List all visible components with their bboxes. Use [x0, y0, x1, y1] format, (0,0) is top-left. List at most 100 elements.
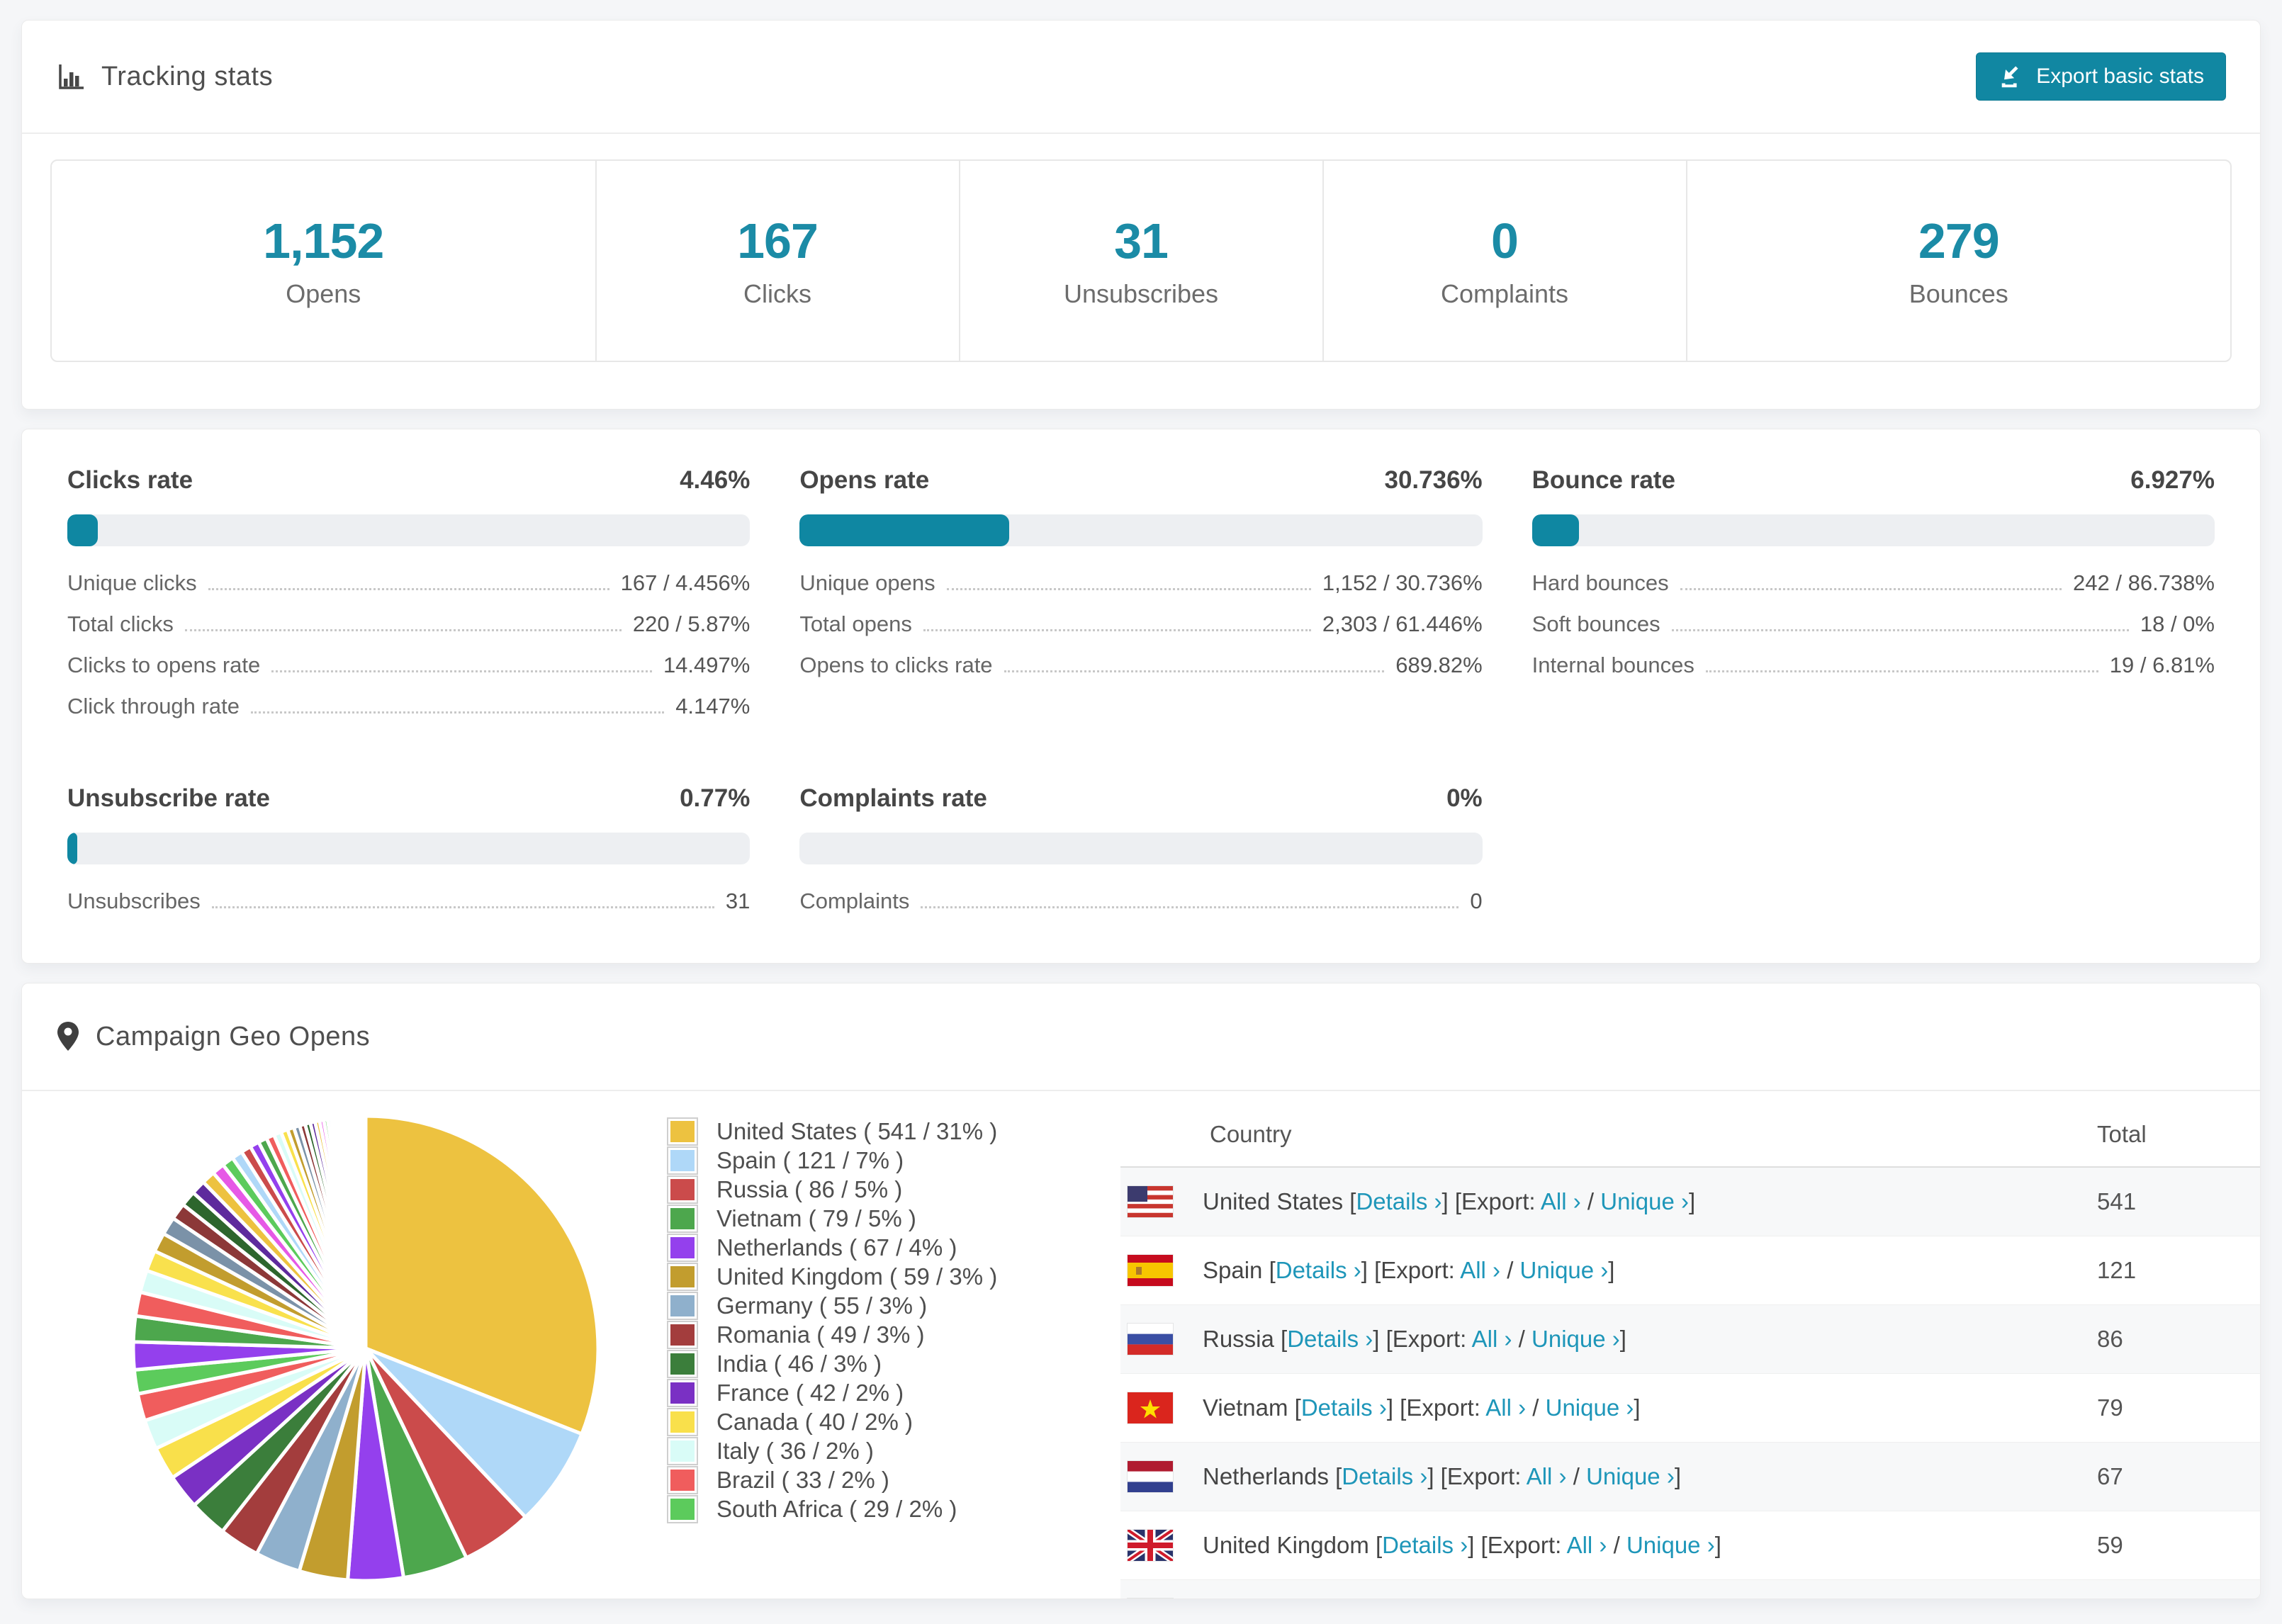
- details-link[interactable]: Details ›: [1276, 1257, 1361, 1283]
- rate-title: Opens rate: [799, 466, 930, 494]
- country-name: Netherlands: [1203, 1463, 1336, 1489]
- nl-flag-icon: [1128, 1461, 1173, 1492]
- export-icon: [1998, 63, 2025, 90]
- export-unique-link[interactable]: Unique ›: [1626, 1532, 1715, 1558]
- country-name: United States: [1203, 1188, 1350, 1214]
- legend-swatch: [667, 1494, 698, 1523]
- export-unique-link[interactable]: Unique ›: [1520, 1257, 1609, 1283]
- country-links: Netherlands [Details ›] [Export: All › /…: [1203, 1463, 1681, 1489]
- rate-value: 0.77%: [680, 784, 751, 812]
- legend-item: France ( 42 / 2% ): [667, 1378, 1078, 1407]
- bar-chart-icon: [56, 62, 86, 91]
- legend-swatch: [667, 1117, 698, 1146]
- legend-item: Brazil ( 33 / 2% ): [667, 1465, 1078, 1494]
- export-unique-link[interactable]: Unique ›: [1531, 1326, 1620, 1352]
- geo-table-row-es: Spain [Details ›] [Export: All › / Uniqu…: [1120, 1236, 2260, 1305]
- export-all-link[interactable]: All ›: [1460, 1257, 1500, 1283]
- country-links: Spain [Details ›] [Export: All › / Uniqu…: [1203, 1257, 1615, 1283]
- legend-label: United Kingdom ( 59 / 3% ): [716, 1263, 998, 1290]
- country-total: 79: [2097, 1394, 2123, 1421]
- legend-swatch: [667, 1233, 698, 1262]
- details-link[interactable]: Details ›: [1287, 1326, 1373, 1352]
- rate-row: Soft bounces 18 / 0%: [1531, 611, 2215, 636]
- geo-pie-chart: [128, 1111, 603, 1589]
- details-link[interactable]: Details ›: [1382, 1532, 1468, 1558]
- legend-item: Canada ( 40 / 2% ): [667, 1407, 1078, 1436]
- geo-table-row-us: United States [Details ›] [Export: All ›…: [1120, 1168, 2260, 1236]
- geo-table-row-ru: Russia [Details ›] [Export: All › / Uniq…: [1120, 1305, 2260, 1374]
- legend-swatch: [667, 1320, 698, 1349]
- export-all-link[interactable]: All ›: [1541, 1188, 1581, 1214]
- legend-item: South Africa ( 29 / 2% ): [667, 1494, 1078, 1523]
- geo-table-header: Country Total: [1120, 1103, 2260, 1168]
- legend-item: United Kingdom ( 59 / 3% ): [667, 1262, 1078, 1291]
- legend-label: Italy ( 36 / 2% ): [716, 1437, 874, 1464]
- rate-title: Unsubscribe rate: [67, 784, 270, 812]
- export-all-link[interactable]: All ›: [1485, 1394, 1526, 1421]
- export-all-link[interactable]: All ›: [1567, 1532, 1607, 1558]
- campaign-geo-opens-card: Campaign Geo Opens United States ( 541 /…: [21, 983, 2261, 1599]
- details-link[interactable]: Details ›: [1342, 1463, 1427, 1489]
- rate-progress-bar: [1531, 514, 2215, 546]
- stat-value: 31: [1114, 213, 1169, 269]
- export-unique-link[interactable]: Unique ›: [1600, 1188, 1689, 1214]
- rates-row-2: Unsubscribe rate 0.77% Unsubscribes 31 Compl…: [67, 784, 2215, 930]
- de-flag-icon: [1128, 1598, 1173, 1599]
- rate-progress-bar: [67, 833, 751, 864]
- es-flag-icon: [1128, 1255, 1173, 1286]
- column-header-total: Total: [2097, 1121, 2147, 1147]
- rate-row: Total clicks 220 / 5.87%: [67, 611, 751, 636]
- legend-swatch: [667, 1378, 698, 1407]
- export-unique-link[interactable]: Unique ›: [1586, 1463, 1675, 1489]
- legend-swatch: [667, 1204, 698, 1233]
- country-total: 121: [2097, 1257, 2137, 1283]
- legend-label: Spain ( 121 / 7% ): [716, 1146, 904, 1173]
- geo-content: United States ( 541 / 31% ) Spain ( 121 /…: [22, 1091, 2260, 1599]
- export-all-link[interactable]: All ›: [1472, 1326, 1512, 1352]
- rate-row: Complaints 0: [799, 889, 1483, 913]
- legend-label: Brazil ( 33 / 2% ): [716, 1466, 889, 1493]
- stat-card-complaints: 0 Complaints: [1324, 161, 1687, 361]
- details-link[interactable]: Details ›: [1301, 1394, 1387, 1421]
- legend-swatch: [667, 1262, 698, 1291]
- legend-swatch: [667, 1407, 698, 1436]
- legend-swatch: [667, 1465, 698, 1494]
- legend-swatch: [667, 1175, 698, 1204]
- legend-label: Germany ( 55 / 3% ): [716, 1292, 928, 1319]
- page-title: Tracking stats: [101, 61, 274, 91]
- rate-row: Unique opens 1,152 / 30.736%: [799, 570, 1483, 595]
- rate-progress-bar: [799, 514, 1483, 546]
- export-basic-stats-button[interactable]: Export basic stats: [1976, 52, 2226, 101]
- dashboard-page: Tracking stats Export basic stats 1,152 O…: [21, 20, 2261, 1618]
- rate-title: Bounce rate: [1531, 466, 1675, 494]
- stat-value: 167: [737, 213, 819, 269]
- map-pin-icon: [56, 1021, 80, 1052]
- stat-card-bounces: 279 Bounces: [1687, 161, 2231, 361]
- details-link[interactable]: Details ›: [1356, 1188, 1441, 1214]
- stat-label: Clicks: [743, 279, 811, 308]
- legend-item: Netherlands ( 67 / 4% ): [667, 1233, 1078, 1262]
- rate-panel-complaints-rate: Complaints rate 0% Complaints 0: [799, 784, 1483, 930]
- rate-row: Unsubscribes 31: [67, 889, 751, 913]
- geo-table-row-vn: Vietnam [Details ›] [Export: All › / Uni…: [1120, 1374, 2260, 1443]
- legend-item: Germany ( 55 / 3% ): [667, 1291, 1078, 1320]
- legend-item: Romania ( 49 / 3% ): [667, 1320, 1078, 1349]
- legend-label: Canada ( 40 / 2% ): [716, 1408, 913, 1435]
- rate-value: 0%: [1446, 784, 1483, 812]
- rate-progress-bar: [67, 514, 751, 546]
- geo-table-row-nl: Netherlands [Details ›] [Export: All › /…: [1120, 1443, 2260, 1511]
- export-unique-link[interactable]: Unique ›: [1546, 1394, 1634, 1421]
- country-total: 86: [2097, 1326, 2123, 1352]
- legend-item: Russia ( 86 / 5% ): [667, 1175, 1078, 1204]
- legend-label: Netherlands ( 67 / 4% ): [716, 1234, 957, 1261]
- geo-table: Country Total United States [Details ›] …: [1120, 1103, 2260, 1599]
- rate-row: Click through rate 4.147%: [67, 694, 751, 718]
- country-name: Russia: [1203, 1326, 1281, 1352]
- ru-flag-icon: [1128, 1324, 1173, 1355]
- legend-label: Vietnam ( 79 / 5% ): [716, 1205, 916, 1231]
- country-total: 67: [2097, 1463, 2123, 1489]
- tracking-stats-card: Tracking stats Export basic stats 1,152 O…: [21, 20, 2261, 410]
- export-all-link[interactable]: All ›: [1527, 1463, 1567, 1489]
- rate-title: Clicks rate: [67, 466, 193, 494]
- legend-label: Romania ( 49 / 3% ): [716, 1321, 925, 1348]
